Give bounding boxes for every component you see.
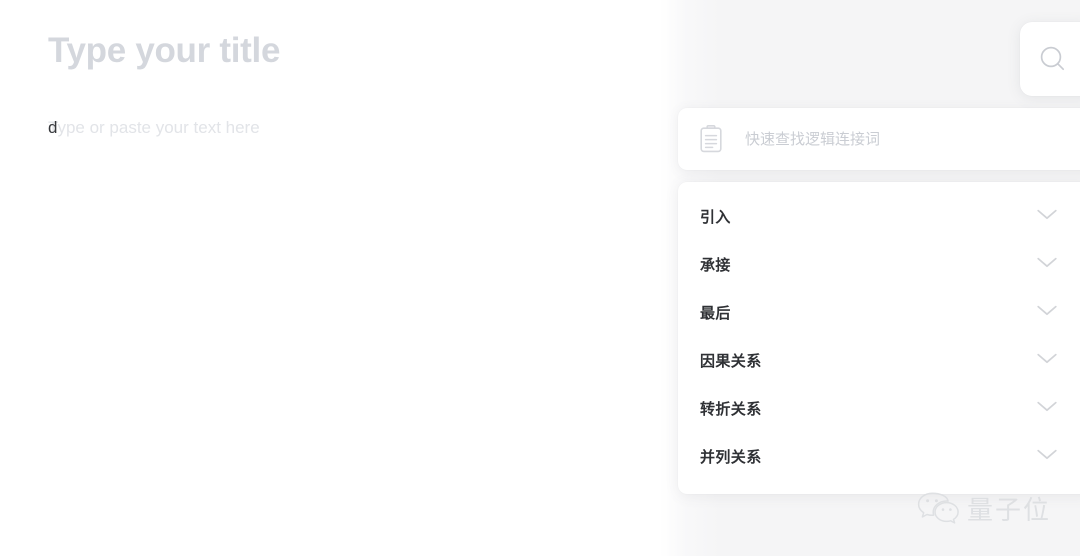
connective-search-input[interactable] — [745, 124, 1075, 154]
connective-row-label: 最后 — [700, 304, 731, 322]
watermark: 量子位 — [916, 489, 1051, 530]
connective-row-transitional[interactable]: 转折关系 — [678, 384, 1080, 432]
connective-search-card[interactable] — [678, 108, 1080, 170]
document-title-placeholder[interactable]: Type your title — [48, 27, 280, 75]
connective-row-label: 引入 — [700, 208, 731, 226]
connective-row-finally[interactable]: 最后 — [678, 288, 1080, 336]
connective-list: 引入 承接 最后 因果关系 转折关系 并列关系 — [678, 182, 1080, 494]
connective-row-label: 因果关系 — [700, 352, 762, 370]
app-root: Type your title Type or paste your text … — [0, 0, 1080, 556]
watermark-text: 量子位 — [967, 494, 1052, 525]
chevron-down-icon[interactable] — [1036, 255, 1058, 274]
connective-row-label: 转折关系 — [700, 400, 762, 418]
search-button[interactable] — [1020, 22, 1080, 96]
connective-row-introduction[interactable]: 引入 — [678, 192, 1080, 240]
connective-row-label: 并列关系 — [700, 448, 762, 466]
connective-row-parallel[interactable]: 并列关系 — [678, 432, 1080, 480]
chevron-down-icon[interactable] — [1036, 303, 1058, 322]
logical-connective-panel: 引入 承接 最后 — [678, 108, 1080, 494]
connective-row-causal[interactable]: 因果关系 — [678, 336, 1080, 384]
document-editor[interactable]: Type your title Type or paste your text … — [0, 0, 660, 556]
wechat-icon — [916, 489, 960, 530]
search-icon — [1038, 44, 1068, 74]
document-body-placeholder: Type or paste your text here — [48, 118, 260, 137]
connective-row-continuation[interactable]: 承接 — [678, 240, 1080, 288]
chevron-down-icon[interactable] — [1036, 351, 1058, 370]
document-body-typed-text: d — [48, 118, 58, 137]
chevron-down-icon[interactable] — [1036, 447, 1058, 466]
chevron-down-icon[interactable] — [1036, 207, 1058, 226]
chevron-down-icon[interactable] — [1036, 399, 1058, 418]
clipboard-list-icon — [698, 124, 724, 154]
connective-row-label: 承接 — [700, 256, 731, 274]
